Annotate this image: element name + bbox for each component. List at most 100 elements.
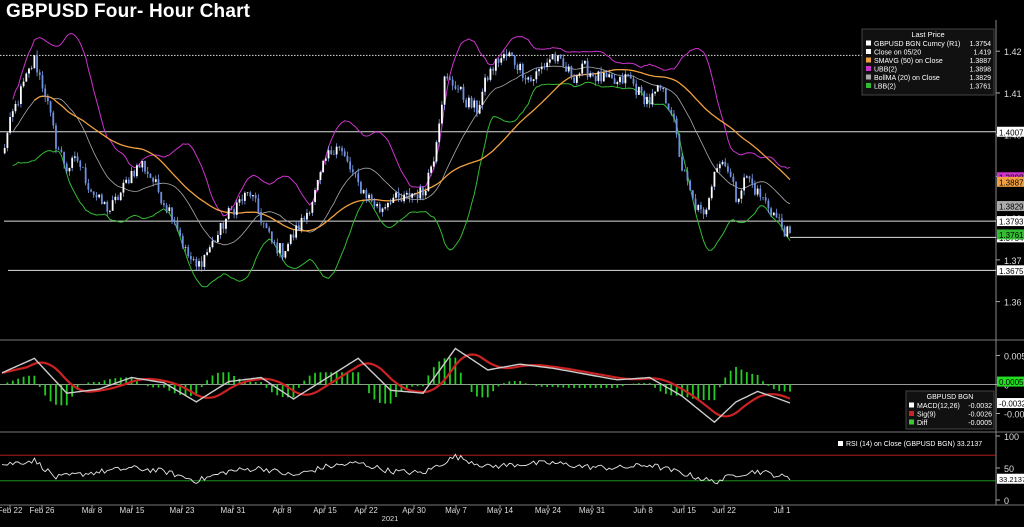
macd-diff-bar (422, 384, 424, 387)
macd-diff-bar (702, 384, 705, 401)
candle-body (343, 151, 346, 156)
macd-diff-bar (109, 379, 111, 385)
candle-body (559, 55, 562, 59)
candle-body (681, 156, 683, 171)
macd-diff-bar (38, 384, 41, 387)
candle-body (643, 91, 646, 105)
smavg-50-line (34, 68, 791, 232)
candle-body (751, 178, 754, 184)
candle-body (400, 197, 403, 202)
candle-body (592, 73, 594, 76)
x-tick-label: Apr 15 (313, 506, 337, 515)
chart-stage: GBPUSD Four- Hour Chart 1.361.371.381.39… (0, 0, 1024, 523)
candle-body (349, 161, 352, 170)
candle-body (451, 79, 454, 86)
macd-diff-bar (589, 384, 592, 388)
candle-body (610, 74, 613, 79)
macd-diff-bar (411, 384, 414, 387)
candle-body (136, 165, 138, 177)
candle-body (689, 180, 692, 191)
candle-body (200, 261, 203, 267)
candle-body (90, 189, 92, 192)
macd-diff-bar (308, 375, 311, 385)
macd-diff-bar (55, 384, 57, 405)
macd-diff-bar (260, 382, 262, 385)
macd-diff-bar (508, 381, 511, 385)
candle-body (300, 217, 303, 231)
candle-body (411, 193, 414, 198)
candle-body (168, 207, 171, 211)
candle-body (789, 226, 791, 234)
candle-body (314, 190, 316, 202)
candle-body (157, 179, 160, 193)
candle-body (786, 226, 789, 237)
candle-body (268, 228, 271, 232)
candle-body (111, 200, 114, 211)
candle-body (284, 251, 287, 258)
candle-body (600, 71, 602, 82)
candle-body (473, 100, 476, 108)
candle-body (152, 177, 155, 182)
candle-body (621, 76, 624, 84)
candle-body (73, 156, 76, 158)
legend-series-name: BollMA (20) on Close (874, 75, 940, 82)
candle-body (700, 204, 702, 210)
macd-diff-bar (44, 384, 47, 396)
candle-body (670, 109, 673, 114)
candle-body (149, 173, 152, 178)
macd-tag-label: 0.0005 (999, 378, 1024, 387)
candle-body (710, 186, 713, 199)
macd-diff-bar (567, 384, 570, 388)
candle-body (683, 170, 686, 172)
x-tick-label: Mar 15 (120, 506, 145, 515)
macd-diff-bar (211, 375, 214, 385)
candle-body (357, 173, 360, 183)
candle-body (206, 252, 208, 255)
macd-diff-bar (605, 384, 608, 388)
legend-swatch (866, 83, 871, 88)
candle-body (289, 234, 292, 244)
legend-series-name: SMAVG (50) on Close (874, 58, 943, 65)
candle-body (462, 86, 465, 100)
candle-body (127, 179, 130, 184)
candle-body (648, 96, 651, 105)
macd-diff-bar (470, 384, 473, 393)
candle-body (171, 207, 173, 222)
candle-body (724, 161, 727, 167)
candle-body (732, 176, 735, 182)
candle-body (562, 58, 565, 67)
legend-series-value: 1.419 (973, 50, 991, 57)
macd-diff-bar (557, 384, 559, 388)
candle-body (60, 149, 63, 153)
price-legend-header: Last Price (911, 30, 944, 39)
reference-tag-label: 1.3675 (999, 267, 1024, 276)
x-tick-label: Mar 23 (170, 506, 195, 515)
chart-svg: 1.361.371.381.391.401.411.421.40071.3793… (0, 20, 1024, 523)
macd-diff-bar (459, 372, 462, 385)
candle-body (775, 212, 778, 218)
macd-legend-value: -0.0026 (968, 412, 992, 419)
candle-body (9, 117, 11, 133)
macd-diff-bar (222, 372, 225, 385)
macd-diff-bar (98, 382, 101, 385)
candle-body (3, 147, 6, 154)
candle-body (319, 172, 322, 180)
candle-body (11, 111, 14, 118)
macd-diff-bar (713, 384, 716, 401)
macd-diff-bar (503, 383, 505, 385)
candle-body (419, 187, 422, 199)
candle-body (330, 150, 333, 155)
candle-body (705, 209, 708, 215)
candle-body (467, 97, 470, 108)
candle-body (214, 240, 217, 243)
macd-diff-bar (697, 384, 700, 400)
candle-body (513, 55, 516, 65)
candle-body (656, 85, 659, 92)
candle-body (702, 209, 705, 215)
candle-body (254, 195, 257, 199)
macd-diff-bar (562, 384, 565, 388)
reference-tag-label: 1.3793 (999, 218, 1024, 227)
candle-body (265, 223, 268, 229)
candle-body (227, 208, 230, 219)
legend-series-name: GBPUSD BGN Curncy (R1) (874, 41, 960, 48)
